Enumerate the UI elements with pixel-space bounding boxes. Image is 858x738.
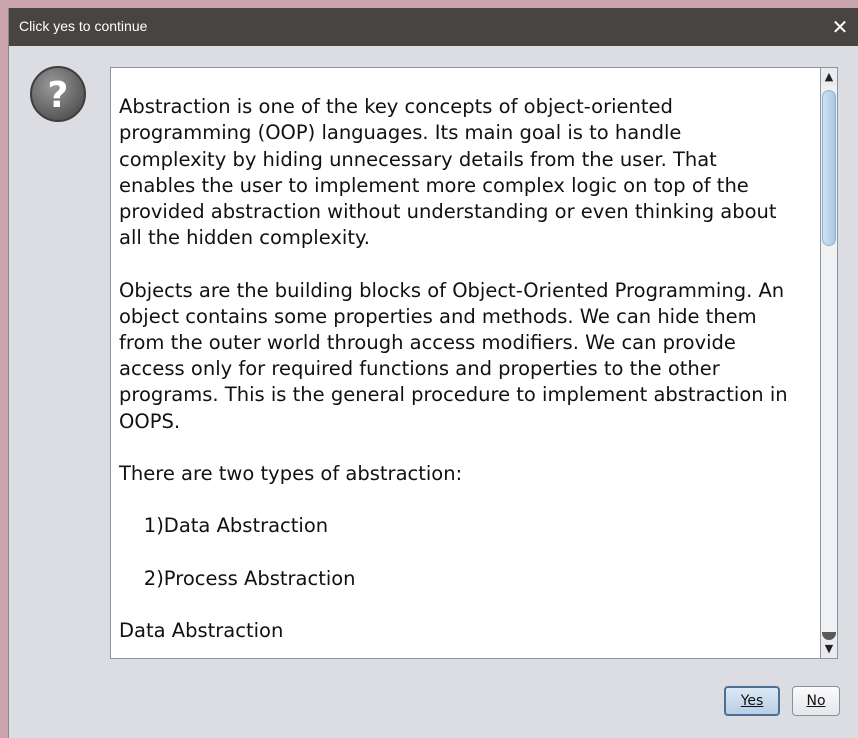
scroll-track-end	[822, 632, 836, 640]
dialog-window: Click yes to continue ✕ ? Abstraction is…	[8, 8, 858, 738]
window-title: Click yes to continue	[19, 18, 148, 34]
close-icon[interactable]: ✕	[827, 14, 853, 40]
yes-button[interactable]: Yes	[724, 686, 780, 716]
scroll-down-icon[interactable]: ▼	[821, 640, 837, 658]
title-bar[interactable]: Click yes to continue ✕	[9, 8, 858, 46]
message-text-area[interactable]: Abstraction is one of the key concepts o…	[110, 67, 824, 659]
vertical-scrollbar[interactable]: ▲ ▼	[820, 67, 838, 659]
question-glyph: ?	[48, 75, 69, 116]
no-button[interactable]: No	[792, 686, 840, 716]
question-icon: ?	[29, 65, 87, 123]
message-text: Abstraction is one of the key concepts o…	[119, 95, 788, 643]
scroll-thumb[interactable]	[822, 90, 836, 246]
scroll-up-icon[interactable]: ▲	[821, 68, 837, 86]
